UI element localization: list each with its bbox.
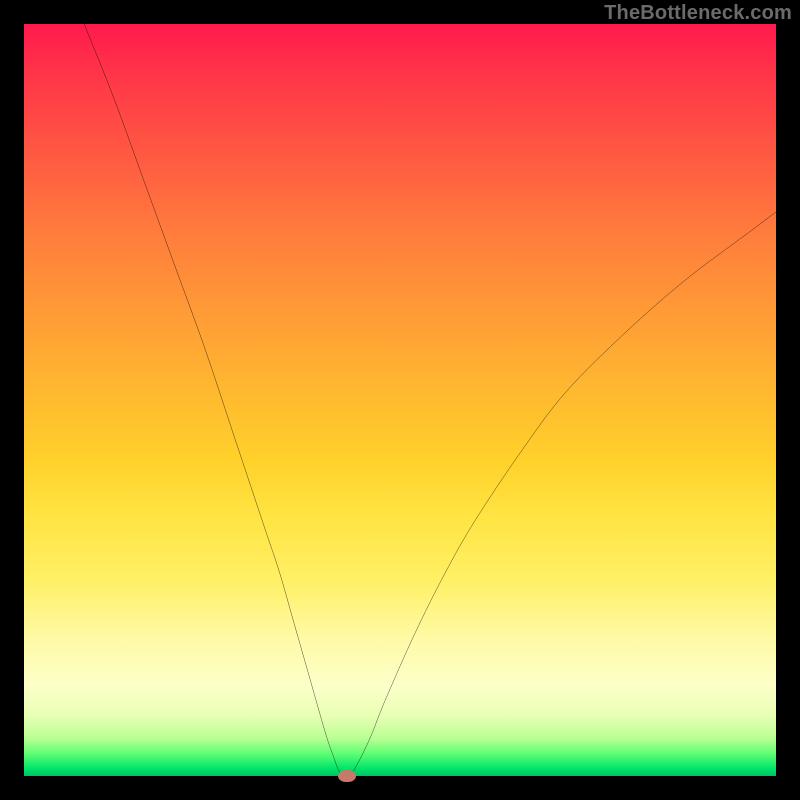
- min-point-marker: [338, 770, 356, 782]
- chart-frame: TheBottleneck.com: [0, 0, 800, 800]
- watermark-text: TheBottleneck.com: [604, 2, 792, 25]
- chart-plot-area: [24, 24, 776, 776]
